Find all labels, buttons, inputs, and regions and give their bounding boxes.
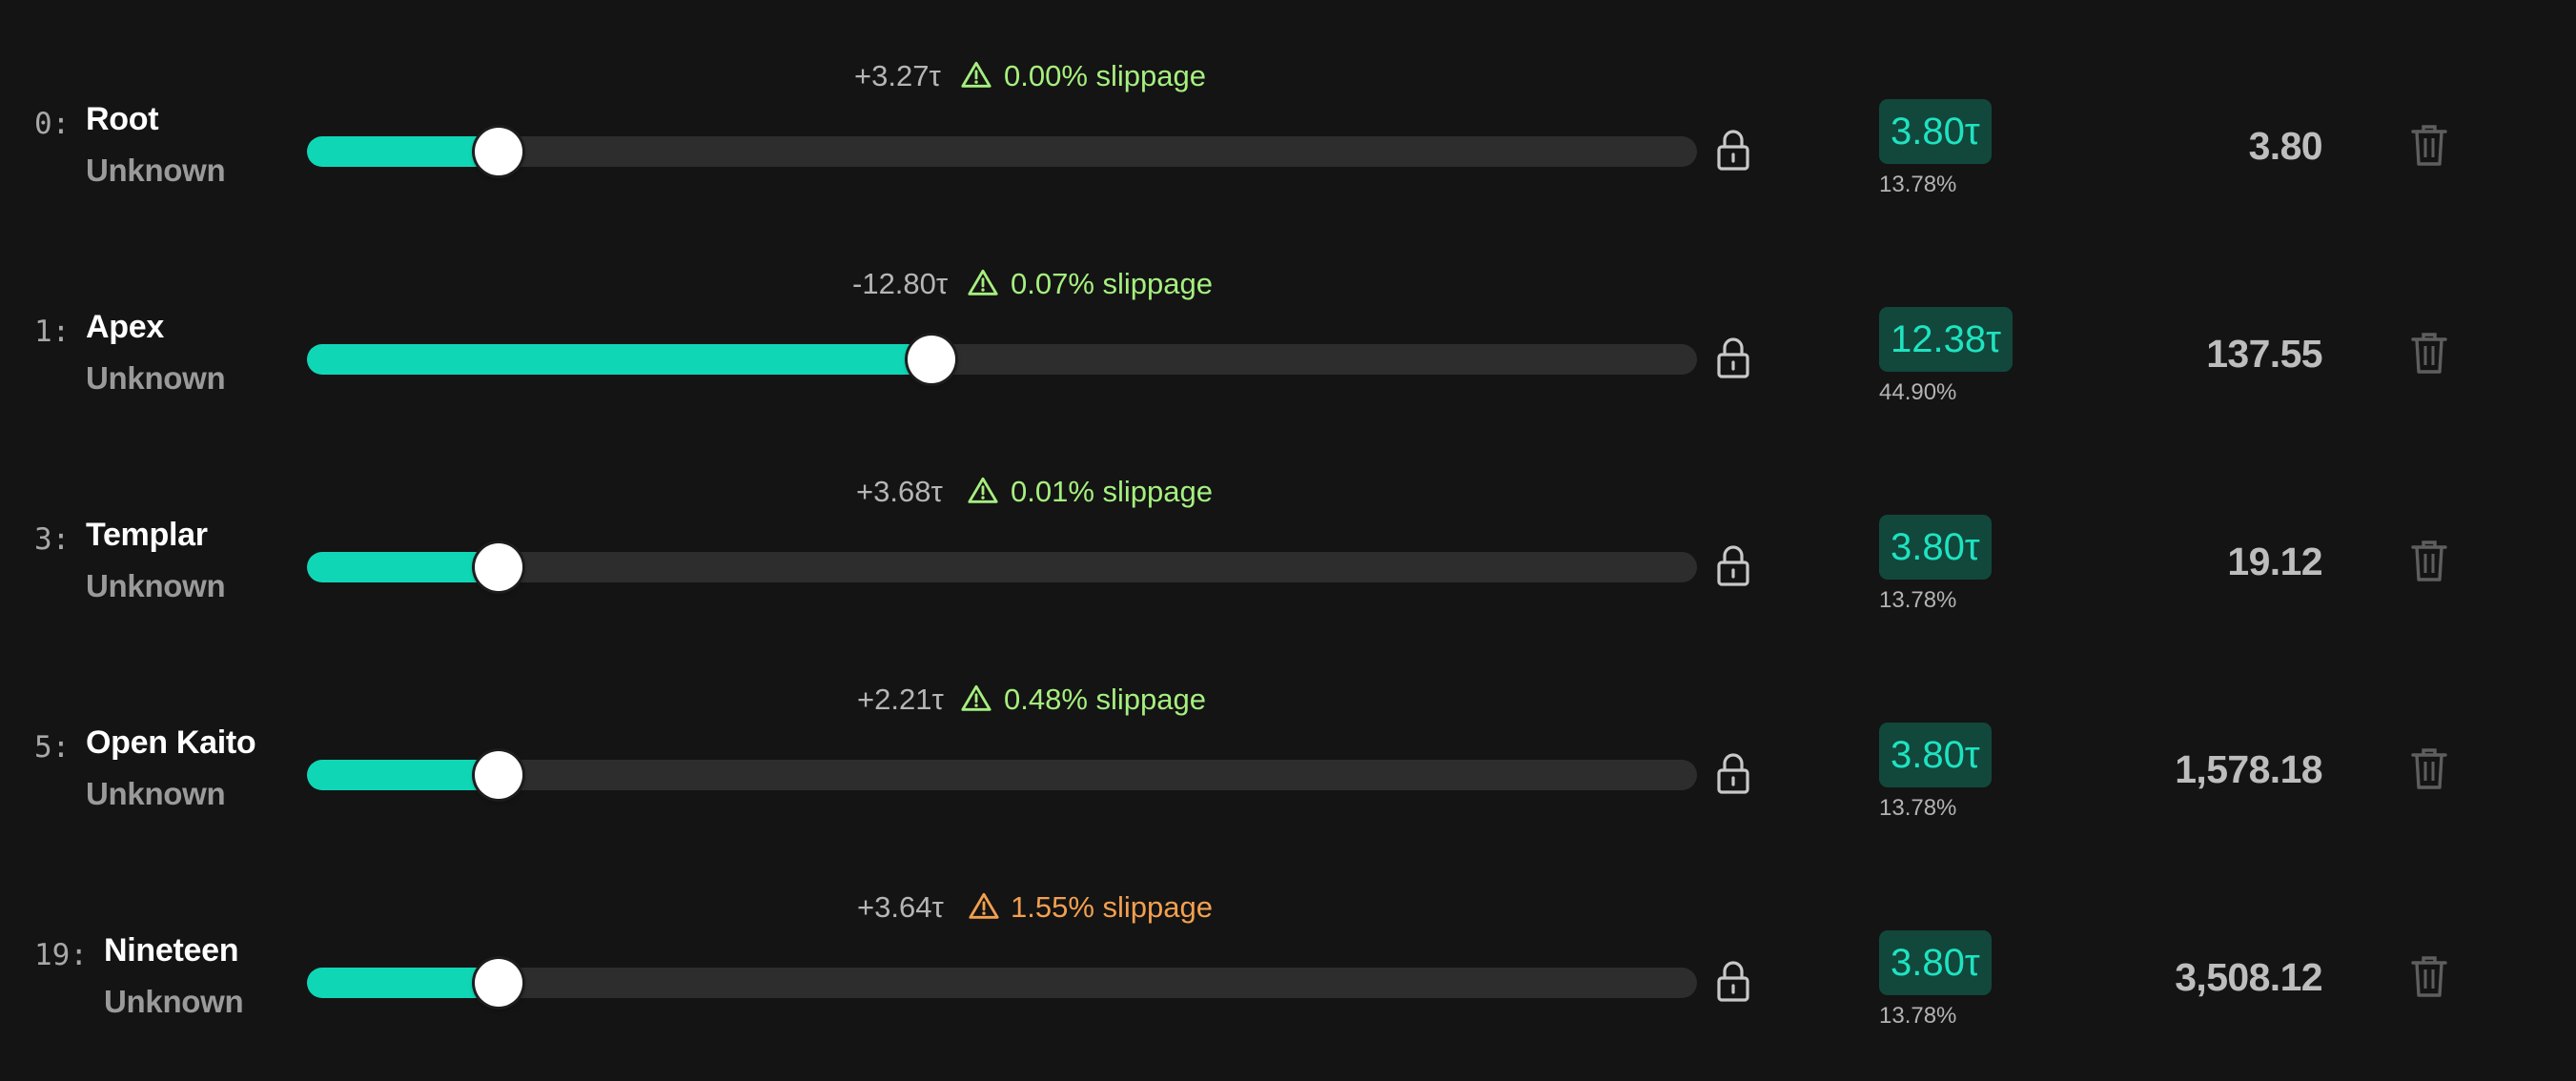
warning-icon bbox=[968, 477, 998, 503]
subnet-owner: Unknown bbox=[86, 360, 226, 396]
subnet-row: 19: Nineteen Unknown +3.64τ 1.55% slippa… bbox=[0, 831, 2576, 1039]
allocation-slider-fill bbox=[307, 968, 500, 998]
allocation-slider[interactable] bbox=[307, 959, 1697, 1007]
stake-badge: 12.38τ bbox=[1879, 307, 2013, 372]
lock-icon[interactable] bbox=[1716, 543, 1750, 587]
stake-delta: +3.68τ bbox=[856, 475, 943, 508]
stake-share: 44.90% bbox=[1879, 379, 1957, 405]
stake-badge: 3.80τ bbox=[1879, 515, 1992, 580]
subnet-name: Root bbox=[86, 101, 159, 137]
stake-share: 13.78% bbox=[1879, 1003, 1957, 1029]
allocation-slider[interactable] bbox=[307, 751, 1697, 799]
subnet-name: Open Kaito bbox=[86, 724, 256, 761]
warning-icon bbox=[968, 269, 998, 296]
position-amount: 1,578.18 bbox=[2175, 747, 2322, 791]
allocation-slider-fill bbox=[307, 760, 500, 790]
warning-icon bbox=[969, 892, 999, 919]
stake-share: 13.78% bbox=[1879, 587, 1957, 613]
stake-badge: 3.80τ bbox=[1879, 723, 1992, 787]
position-amount: 19.12 bbox=[2227, 540, 2322, 583]
lock-icon[interactable] bbox=[1716, 751, 1750, 795]
allocation-slider-thumb[interactable] bbox=[475, 751, 523, 799]
stake-delta: -12.80τ bbox=[852, 267, 949, 300]
allocation-slider-thumb[interactable] bbox=[475, 128, 523, 175]
subnet-row: 1: Apex Unknown -12.80τ 0.07% slippage 1… bbox=[0, 208, 2576, 416]
allocation-slider-thumb[interactable] bbox=[475, 959, 523, 1007]
slippage-label: 1.55% slippage bbox=[1011, 890, 1213, 924]
allocation-slider-fill bbox=[307, 136, 500, 167]
slippage-label: 0.48% slippage bbox=[1004, 683, 1206, 716]
stake-share: 13.78% bbox=[1879, 172, 1957, 197]
stake-badge: 3.80τ bbox=[1879, 930, 1992, 995]
lock-icon[interactable] bbox=[1716, 336, 1750, 379]
allocation-slider[interactable] bbox=[307, 128, 1697, 175]
subnet-row: 0: Root Unknown +3.27τ 0.00% slippage 3.… bbox=[0, 0, 2576, 208]
subnet-row: 3: Templar Unknown +3.68τ 0.01% slippage… bbox=[0, 416, 2576, 623]
position-amount: 137.55 bbox=[2206, 332, 2322, 376]
subnet-id: 19: bbox=[34, 938, 88, 972]
lock-icon[interactable] bbox=[1716, 128, 1750, 172]
position-amount: 3,508.12 bbox=[2175, 955, 2322, 999]
allocation-slider[interactable] bbox=[307, 543, 1697, 591]
allocation-slider-thumb[interactable] bbox=[907, 336, 955, 383]
subnet-id: 5: bbox=[34, 730, 71, 765]
subnet-id: 3: bbox=[34, 522, 71, 557]
allocation-slider[interactable] bbox=[307, 336, 1697, 383]
allocation-slider-thumb[interactable] bbox=[475, 543, 523, 591]
allocation-slider-fill bbox=[307, 344, 931, 375]
trash-icon[interactable] bbox=[2410, 745, 2448, 791]
subnet-allocation-list: 0: Root Unknown +3.27τ 0.00% slippage 3.… bbox=[0, 0, 2576, 1081]
slippage-label: 0.07% slippage bbox=[1011, 267, 1213, 300]
subnet-row: 5: Open Kaito Unknown +2.21τ 0.48% slipp… bbox=[0, 623, 2576, 831]
slippage-label: 0.00% slippage bbox=[1004, 59, 1206, 92]
stake-delta: +3.64τ bbox=[857, 890, 944, 924]
stake-delta: +3.27τ bbox=[854, 59, 941, 92]
subnet-name: Apex bbox=[86, 309, 164, 345]
subnet-owner: Unknown bbox=[86, 776, 226, 811]
warning-icon bbox=[961, 61, 992, 88]
stake-share: 13.78% bbox=[1879, 795, 1957, 821]
slippage-label: 0.01% slippage bbox=[1011, 475, 1213, 508]
warning-icon bbox=[961, 684, 992, 711]
trash-icon[interactable] bbox=[2410, 538, 2448, 583]
stake-delta: +2.21τ bbox=[857, 683, 944, 716]
allocation-slider-fill bbox=[307, 552, 500, 582]
trash-icon[interactable] bbox=[2410, 122, 2448, 168]
trash-icon[interactable] bbox=[2410, 953, 2448, 999]
trash-icon[interactable] bbox=[2410, 330, 2448, 376]
subnet-id: 0: bbox=[34, 107, 71, 141]
subnet-name: Nineteen bbox=[104, 932, 239, 969]
subnet-owner: Unknown bbox=[86, 153, 226, 188]
subnet-owner: Unknown bbox=[104, 984, 244, 1019]
lock-icon[interactable] bbox=[1716, 959, 1750, 1003]
subnet-id: 1: bbox=[34, 315, 71, 349]
stake-badge: 3.80τ bbox=[1879, 99, 1992, 164]
subnet-name: Templar bbox=[86, 517, 208, 553]
subnet-owner: Unknown bbox=[86, 568, 226, 603]
position-amount: 3.80 bbox=[2248, 124, 2323, 168]
